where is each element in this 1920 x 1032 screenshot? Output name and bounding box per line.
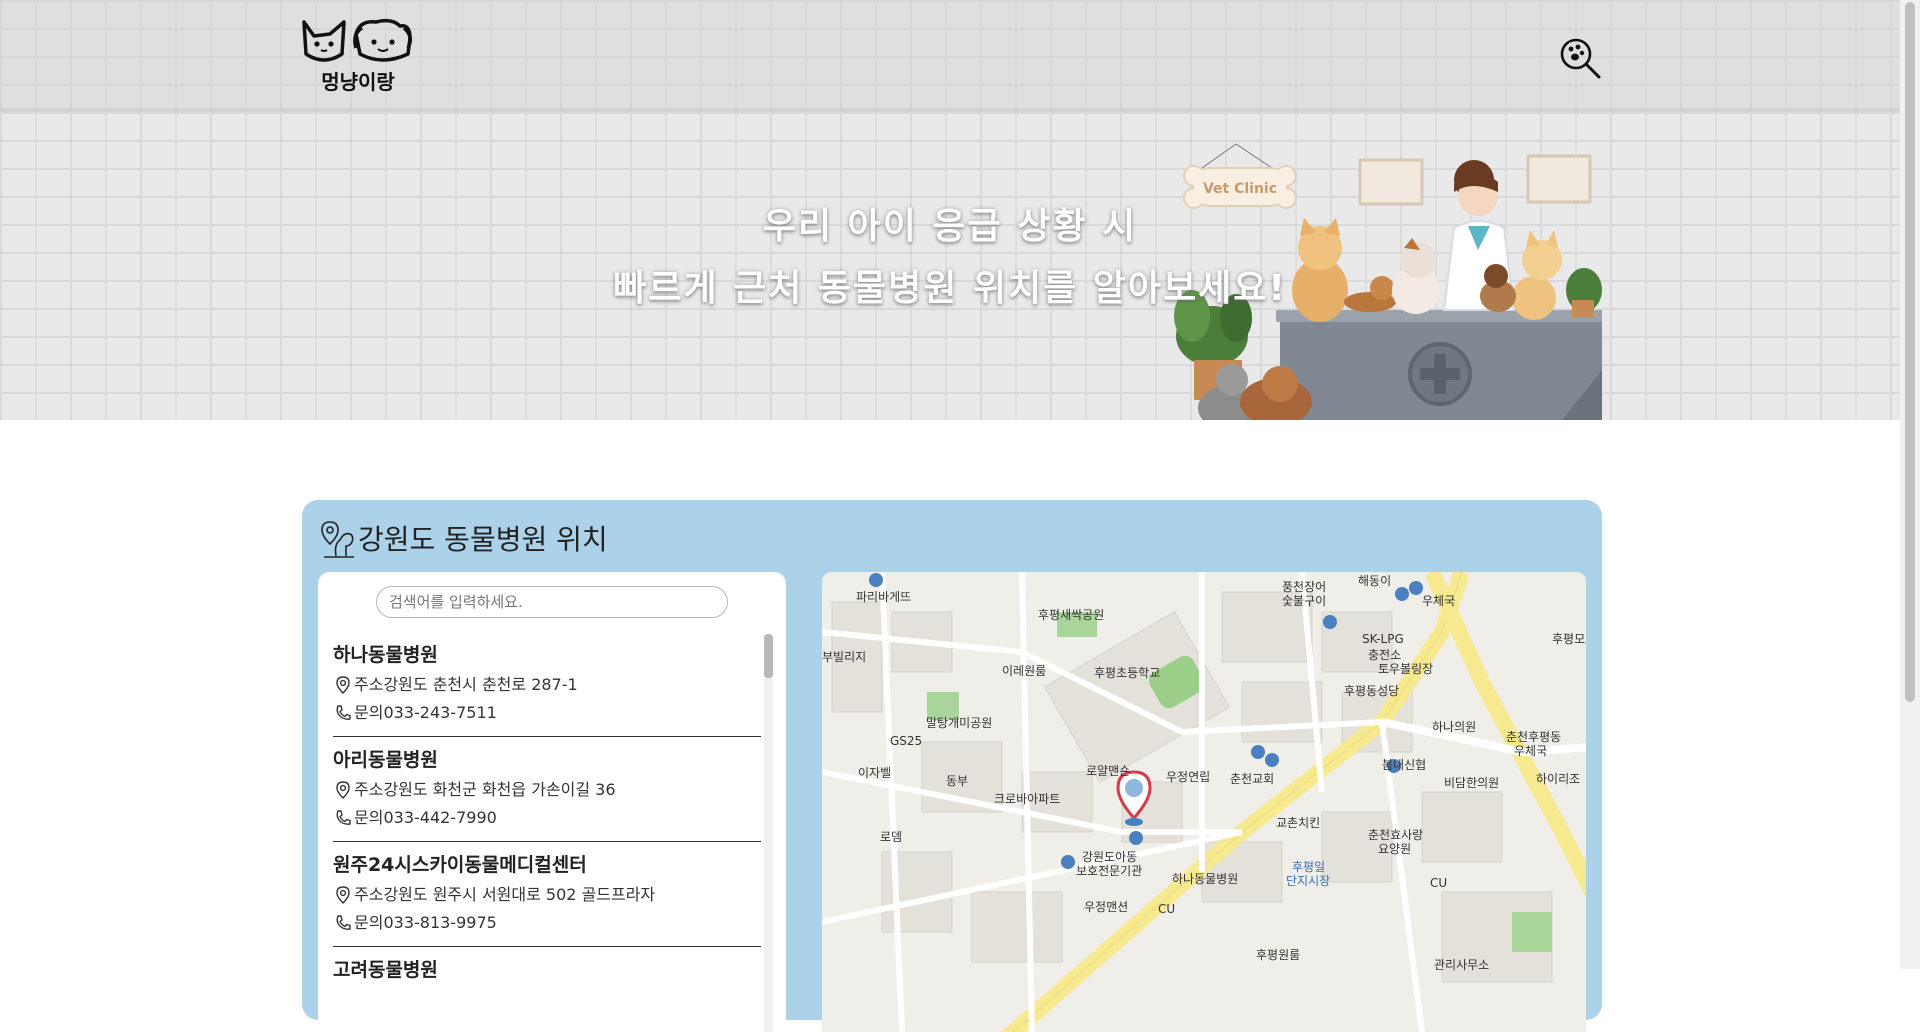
hero-banner: 멍냥이랑 우리 아이 응급 상황 시 빠르게 근처 동물병원 위치를 알아보세요…: [0, 0, 1900, 420]
map-label: 우체국: [1422, 594, 1456, 608]
map-label: 우정연립: [1166, 770, 1211, 784]
map-label: 우체국: [1514, 744, 1548, 758]
hospital-phone: 033-243-7511: [383, 703, 497, 722]
hospital-name: 원주24시스카이동물메디컬센터: [333, 854, 587, 876]
map-pin-pet-icon: [321, 521, 354, 558]
phone-icon: [336, 915, 351, 930]
hospital-address: 강원도 화천군 화천읍 가손이길 36: [383, 780, 616, 799]
search-icon[interactable]: [1558, 36, 1602, 80]
map-label: 춘천교회: [1230, 772, 1275, 786]
map-label: 하나동물병원: [1172, 872, 1239, 886]
hospital-list: 하나동물병원 주소 강원도 춘천시 춘천로 287-1 문의 033-243-751…: [333, 632, 761, 1032]
map-label: 하나의원: [1432, 720, 1477, 734]
hospital-location-panel: 강원도 동물병원 위치 하나동물병원 주소강원도 춘천시 춘천로 287-1 문…: [302, 500, 1602, 1032]
map-label: 우정맨션: [1084, 900, 1129, 914]
map-label: 부빌리지: [822, 650, 867, 664]
map-label: 후평초등학교: [1094, 666, 1161, 680]
hospital-name: 고려동물병원: [333, 959, 438, 981]
list-scroll-thumb[interactable]: [764, 634, 773, 678]
address-prefix: 주소: [354, 780, 384, 799]
vet-clinic-sign-text: Vet Clinic: [1203, 181, 1277, 197]
phone-prefix: 문의: [354, 913, 384, 932]
map-label: 로뎀: [880, 830, 903, 844]
list-item[interactable]: 고려동물병원: [333, 947, 761, 1032]
location-pin-icon: [336, 781, 350, 799]
list-scrollbar[interactable]: [764, 634, 773, 1032]
top-header-bar: [0, 0, 1900, 112]
phone-row: 문의 033-813-9975: [333, 912, 761, 934]
hospital-address: 강원도 원주시 서원대로 502 골드프라자: [383, 885, 656, 904]
map-label: 파리바게뜨: [856, 590, 912, 604]
map-label: 말탕개미공원: [926, 716, 993, 730]
location-pin-icon: [336, 886, 350, 904]
map-label: 관리사무소: [1434, 958, 1490, 972]
map-label: 후평새싹공원: [1038, 608, 1105, 622]
search-input[interactable]: [376, 586, 728, 618]
phone-row: 문의 033-243-7511: [333, 702, 761, 724]
location-pin-icon: [336, 676, 350, 694]
phone-prefix: 문의: [354, 808, 384, 827]
map-label: CU: [1430, 876, 1448, 890]
map-label: GS25: [890, 734, 923, 748]
address-row: 주소 강원도 원주시 서원대로 502 골드프라자: [333, 884, 761, 906]
address-prefix: 주소: [354, 885, 384, 904]
map-label: 동부: [946, 774, 969, 788]
map-label: 교촌치킨: [1276, 816, 1321, 830]
map-label: 단지시장: [1286, 874, 1331, 888]
hospital-list-panel: 하나동물병원 주소강원도 춘천시 춘천로 287-1 문의033-243-751…: [318, 572, 786, 1032]
list-item[interactable]: 원주24시스카이동물메디컬센터 주소 강원도 원주시 서원대로 502 골드프라자…: [333, 842, 761, 947]
map-label: 이레원룸: [1002, 664, 1047, 678]
page-scroll-thumb[interactable]: [1905, 2, 1915, 702]
map-label: 이자벨: [858, 766, 892, 780]
map-label: 후평동성당: [1344, 684, 1400, 698]
map-view[interactable]: 파리바게뜨 후평새싹공원 풍천장어 숯불구이 해동이 우체국 후평초등학교 이레…: [822, 572, 1586, 1032]
hospital-name: 아리동물병원: [333, 749, 438, 771]
list-item[interactable]: 하나동물병원 주소 강원도 춘천시 춘천로 287-1 문의 033-243-751…: [333, 632, 761, 737]
map-label: CU: [1158, 902, 1176, 916]
phone-icon: [336, 705, 351, 720]
hospital-phone: 033-813-9975: [383, 913, 497, 932]
site-logo[interactable]: 멍냥이랑: [300, 14, 416, 94]
hero-headline: 우리 아이 응급 상황 시 빠르게 근처 동물병원 위치를 알아보세요!: [560, 196, 1340, 320]
hospital-name: 하나동물병원: [333, 644, 438, 666]
map-label: 토우볼링장: [1378, 662, 1434, 676]
phone-icon: [336, 810, 351, 825]
hospital-phone: 033-442-7990: [383, 808, 497, 827]
map-label: 보호전문기관: [1076, 864, 1143, 878]
map-label: 요양원: [1378, 842, 1412, 856]
list-item[interactable]: 아리동물병원 주소 강원도 화천군 화천읍 가손이길 36 문의 033-442-7…: [333, 737, 761, 842]
map-label: 후평원룸: [1256, 948, 1301, 962]
cat-dog-logo-icon: [302, 18, 412, 62]
map-label: 하이리조: [1536, 772, 1581, 786]
address-row: 주소 강원도 화천군 화천읍 가손이길 36: [333, 779, 761, 801]
map-label: 후평모: [1552, 632, 1586, 646]
hospital-address: 강원도 춘천시 춘천로 287-1: [383, 675, 578, 694]
phone-row: 문의 033-442-7990: [333, 807, 761, 829]
map-label: 봄내신협: [1382, 758, 1427, 772]
address-prefix: 주소: [354, 675, 384, 694]
logo-text: 멍냥이랑: [321, 70, 395, 94]
map-label: 로얄맨숀: [1086, 764, 1131, 778]
map-label: SK-LPG: [1362, 632, 1404, 646]
map-label: 숯불구이: [1282, 594, 1327, 608]
map-label: 크로바아파트: [994, 792, 1061, 806]
map-label: 비담한의원: [1444, 776, 1500, 790]
address-row: 주소 강원도 춘천시 춘천로 287-1: [333, 674, 761, 696]
hero-line-1: 우리 아이 응급 상황 시: [762, 206, 1138, 247]
section-title: 강원도 동물병원 위치: [358, 523, 608, 556]
map-label: 해동이: [1358, 574, 1392, 588]
phone-prefix: 문의: [354, 703, 384, 722]
hero-line-2: 빠르게 근처 동물병원 위치를 알아보세요!: [613, 268, 1287, 309]
page-scrollbar[interactable]: [1900, 0, 1920, 969]
